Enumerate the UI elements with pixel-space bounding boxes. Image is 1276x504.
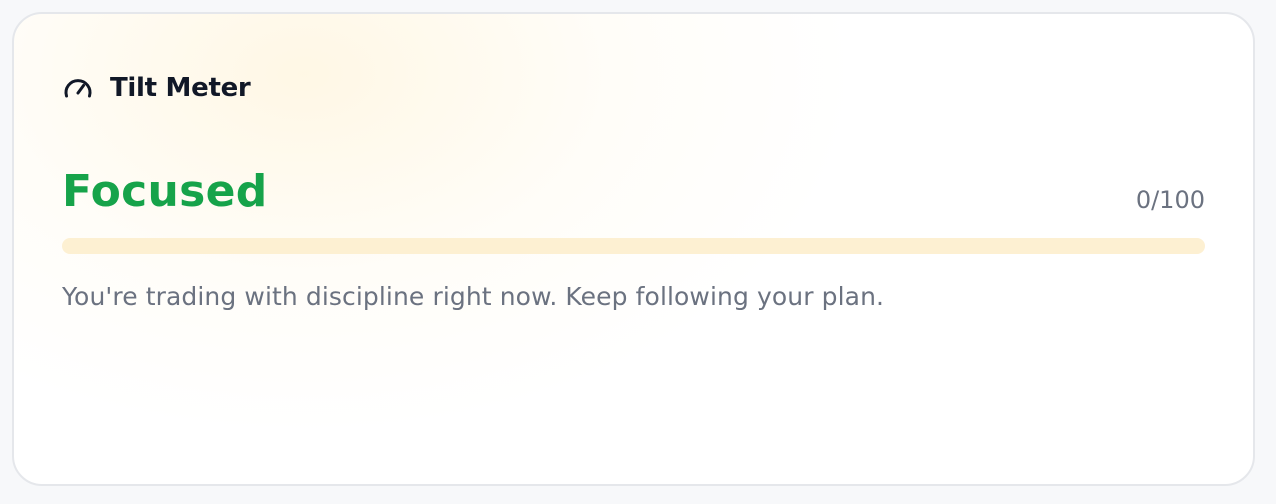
tilt-status-label: Focused bbox=[62, 166, 268, 217]
card-header: Tilt Meter bbox=[62, 70, 251, 106]
tilt-progress-bar bbox=[62, 238, 1205, 254]
status-description: You're trading with discipline right now… bbox=[62, 282, 885, 311]
tilt-score: 0/100 bbox=[1135, 186, 1205, 214]
gauge-icon bbox=[62, 72, 94, 104]
tilt-meter-card: Tilt Meter Focused 0/100 You're trading … bbox=[12, 12, 1255, 486]
card-title: Tilt Meter bbox=[110, 73, 251, 103]
status-row: Focused 0/100 bbox=[62, 164, 1205, 220]
